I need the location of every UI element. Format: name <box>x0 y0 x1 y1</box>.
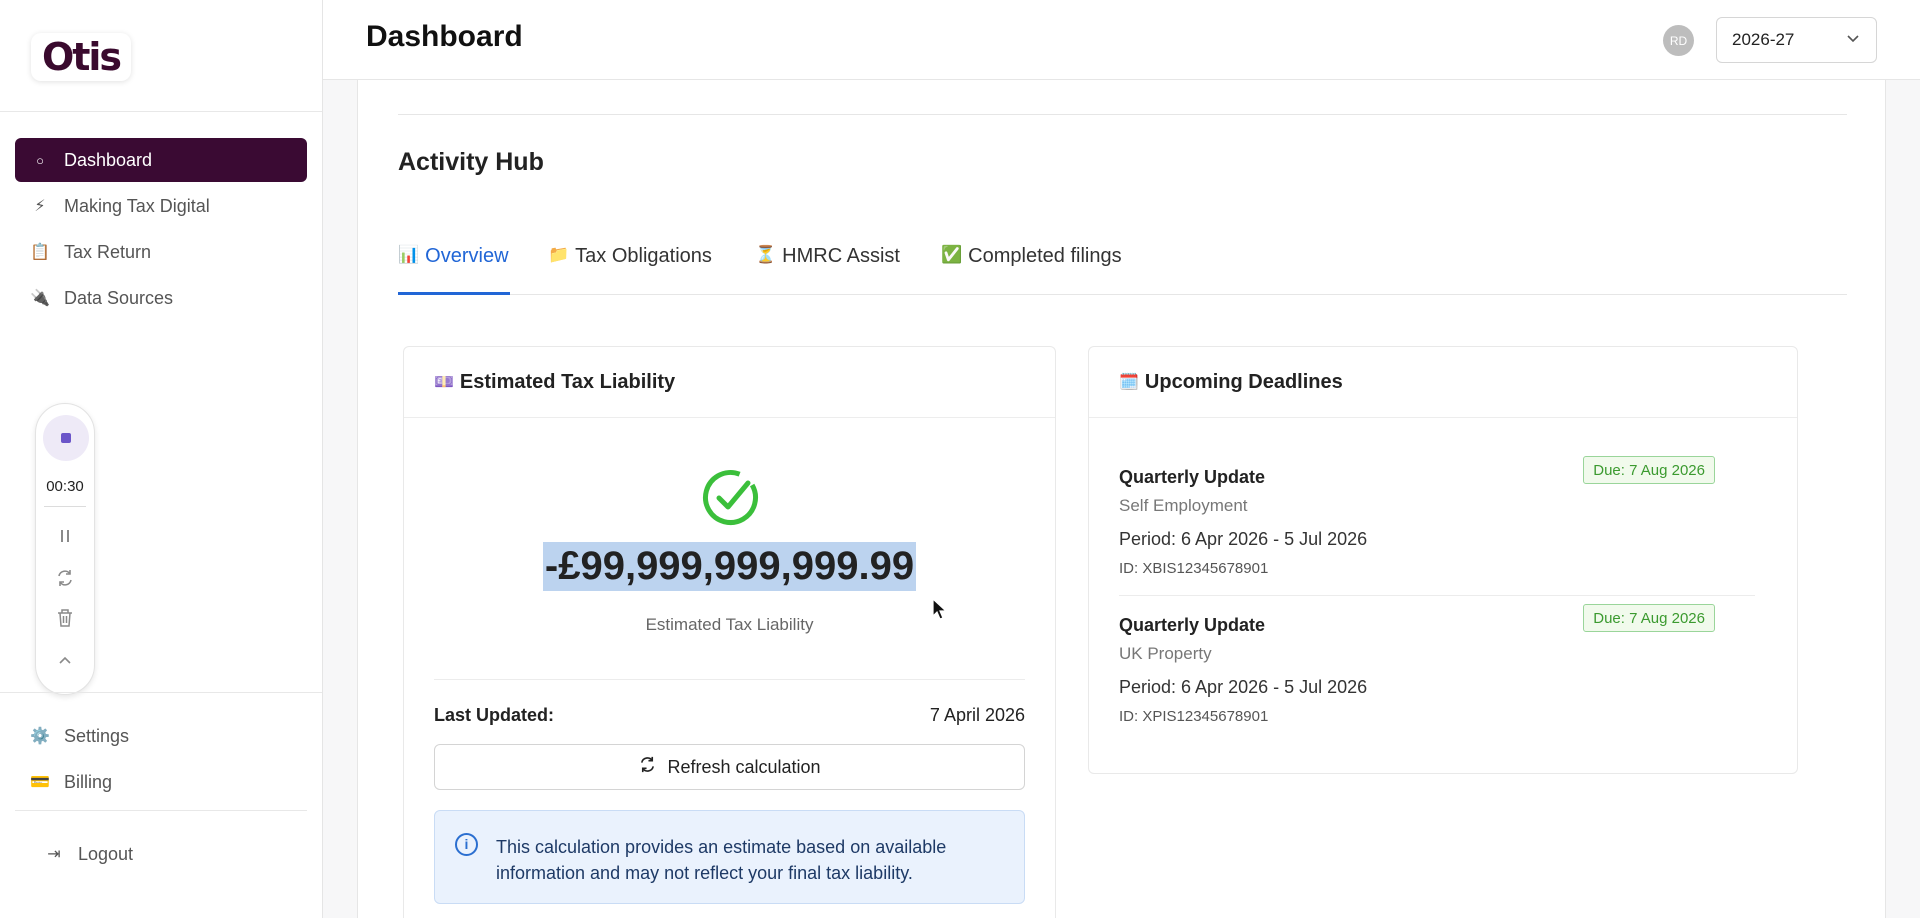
deadline-item[interactable]: Quarterly Update UK Property Period: 6 A… <box>1119 604 1755 725</box>
tab-tax-obligations[interactable]: 📁 Tax Obligations <box>548 242 712 295</box>
divider <box>434 679 1025 680</box>
chevron-down-icon <box>1846 30 1860 46</box>
sidebar-item-label: Settings <box>64 725 130 746</box>
refresh-label: Refresh calculation <box>667 756 821 777</box>
money-icon: 💷 <box>434 374 454 391</box>
tab-overview[interactable]: 📊 Overview <box>398 242 510 295</box>
divider <box>1119 595 1755 596</box>
sidebar: Otis ○ Dashboard ⚡ Making Tax Digital 📋 … <box>0 0 323 918</box>
divider <box>44 506 86 507</box>
last-updated-value: 7 April 2026 <box>929 705 1025 725</box>
restart-button[interactable] <box>36 568 94 593</box>
deadline-period: Period: 6 Apr 2026 - 5 Jul 2026 <box>1119 677 1368 697</box>
logout-button[interactable]: ⇥ Logout <box>30 832 322 876</box>
sidebar-item-label: Dashboard <box>64 149 153 170</box>
upcoming-deadlines-panel: 🗓️ Upcoming Deadlines Quarterly Update S… <box>1088 346 1798 774</box>
clipboard-icon: 📋 <box>30 244 50 261</box>
stop-recording-button[interactable] <box>43 415 89 461</box>
liability-amount-value: -£99,999,999,999.99 <box>542 542 917 591</box>
divider <box>0 692 322 693</box>
avatar[interactable]: RD <box>1663 25 1694 56</box>
trash-icon <box>58 609 72 627</box>
deadline-subtitle: Self Employment <box>1119 496 1248 515</box>
logout-icon: ⇥ <box>47 846 61 863</box>
calendar-icon: 🗓️ <box>1119 374 1139 391</box>
divider <box>398 114 1847 115</box>
activity-tabs: 📊 Overview 📁 Tax Obligations ⏳ HMRC Assi… <box>398 242 1847 295</box>
tax-liability-panel: 💷 Estimated Tax Liability -£99,999,999,9… <box>403 346 1056 918</box>
app-logo[interactable]: Otis <box>31 33 131 81</box>
tab-label: HMRC Assist <box>782 245 900 267</box>
tab-completed-filings[interactable]: ✅ Completed filings <box>941 242 1122 295</box>
sidebar-item-billing[interactable]: 💳 Billing <box>15 760 307 804</box>
sidebar-item-data-sources[interactable]: 🔌 Data Sources <box>15 276 307 320</box>
panel-title: Estimated Tax Liability <box>459 370 676 393</box>
sidebar-item-label: Making Tax Digital <box>64 195 210 216</box>
mouse-cursor-icon <box>932 598 948 620</box>
gear-icon: ⚙️ <box>30 728 50 745</box>
sidebar-item-label: Tax Return <box>64 241 152 262</box>
bar-chart-icon: 📊 <box>398 245 420 264</box>
panel-title: Upcoming Deadlines <box>1144 370 1343 393</box>
deadline-period: Period: 6 Apr 2026 - 5 Jul 2026 <box>1119 529 1368 549</box>
lightning-icon: ⚡ <box>34 198 46 215</box>
deadline-item[interactable]: Quarterly Update Self Employment Period:… <box>1119 456 1755 577</box>
due-badge: Due: 7 Aug 2026 <box>1583 604 1715 632</box>
sidebar-item-making-tax-digital[interactable]: ⚡ Making Tax Digital <box>15 184 307 228</box>
due-badge: Due: 7 Aug 2026 <box>1583 456 1715 484</box>
refresh-calculation-button[interactable]: Refresh calculation <box>434 744 1025 790</box>
screen-recorder-widget: 00:30 <box>35 403 95 695</box>
dashboard-icon: ○ <box>36 152 44 168</box>
tab-hmrc-assist[interactable]: ⏳ HMRC Assist <box>755 242 900 295</box>
divider <box>0 111 322 112</box>
sidebar-item-settings[interactable]: ⚙️ Settings <box>15 714 307 758</box>
tab-label: Completed filings <box>968 245 1122 267</box>
plug-icon: 🔌 <box>30 290 50 307</box>
secondary-nav: ⚙️ Settings 💳 Billing <box>15 714 307 806</box>
check-box-icon: ✅ <box>941 245 963 264</box>
activity-hub-title: Activity Hub <box>398 148 544 176</box>
sidebar-item-tax-return[interactable]: 📋 Tax Return <box>15 230 307 274</box>
last-updated-label: Last Updated: <box>434 705 555 725</box>
info-notice: i This calculation provides an estimate … <box>434 810 1025 904</box>
restart-icon <box>58 570 72 586</box>
tax-year-select[interactable]: 2026-27 <box>1716 17 1877 63</box>
info-icon: i <box>455 833 478 856</box>
delete-recording-button[interactable] <box>36 608 94 633</box>
chevron-up-icon <box>59 656 71 664</box>
deadline-id: ID: XBIS12345678901 <box>1119 560 1269 577</box>
tab-label: Tax Obligations <box>575 245 712 267</box>
tax-year-value: 2026-27 <box>1732 30 1795 49</box>
success-check-icon <box>702 469 759 531</box>
deadline-subtitle: UK Property <box>1119 644 1212 663</box>
logout-area: ⇥ Logout <box>30 832 322 878</box>
credit-card-icon: 💳 <box>30 774 50 791</box>
top-header: Dashboard RD 2026-27 <box>323 0 1920 80</box>
hourglass-icon: ⏳ <box>755 245 777 264</box>
refresh-icon <box>638 755 657 779</box>
folder-icon: 📁 <box>548 245 570 264</box>
main-content: Activity Hub 📊 Overview 📁 Tax Obligation… <box>357 80 1886 918</box>
panel-header: 💷 Estimated Tax Liability <box>404 347 1055 418</box>
logout-label: Logout <box>78 843 134 864</box>
logo-text: Otis <box>41 35 122 79</box>
liability-amount: -£99,999,999,999.99 <box>404 542 1055 591</box>
liability-amount-label: Estimated Tax Liability <box>645 615 814 634</box>
recording-timer: 00:30 <box>46 478 84 495</box>
divider <box>15 810 307 811</box>
info-text: This calculation provides an estimate ba… <box>496 837 947 883</box>
main-nav: ○ Dashboard ⚡ Making Tax Digital 📋 Tax R… <box>15 138 307 322</box>
tab-label: Overview <box>425 245 509 267</box>
collapse-button[interactable] <box>36 650 94 671</box>
pause-button[interactable] <box>36 528 94 549</box>
page-title: Dashboard <box>366 20 523 53</box>
pause-icon <box>61 530 69 542</box>
deadline-id: ID: XPIS12345678901 <box>1119 708 1269 725</box>
stop-icon <box>61 433 71 443</box>
sidebar-item-dashboard[interactable]: ○ Dashboard <box>15 138 307 182</box>
panel-header: 🗓️ Upcoming Deadlines <box>1089 347 1797 418</box>
sidebar-item-label: Data Sources <box>64 287 174 308</box>
sidebar-item-label: Billing <box>64 771 113 792</box>
